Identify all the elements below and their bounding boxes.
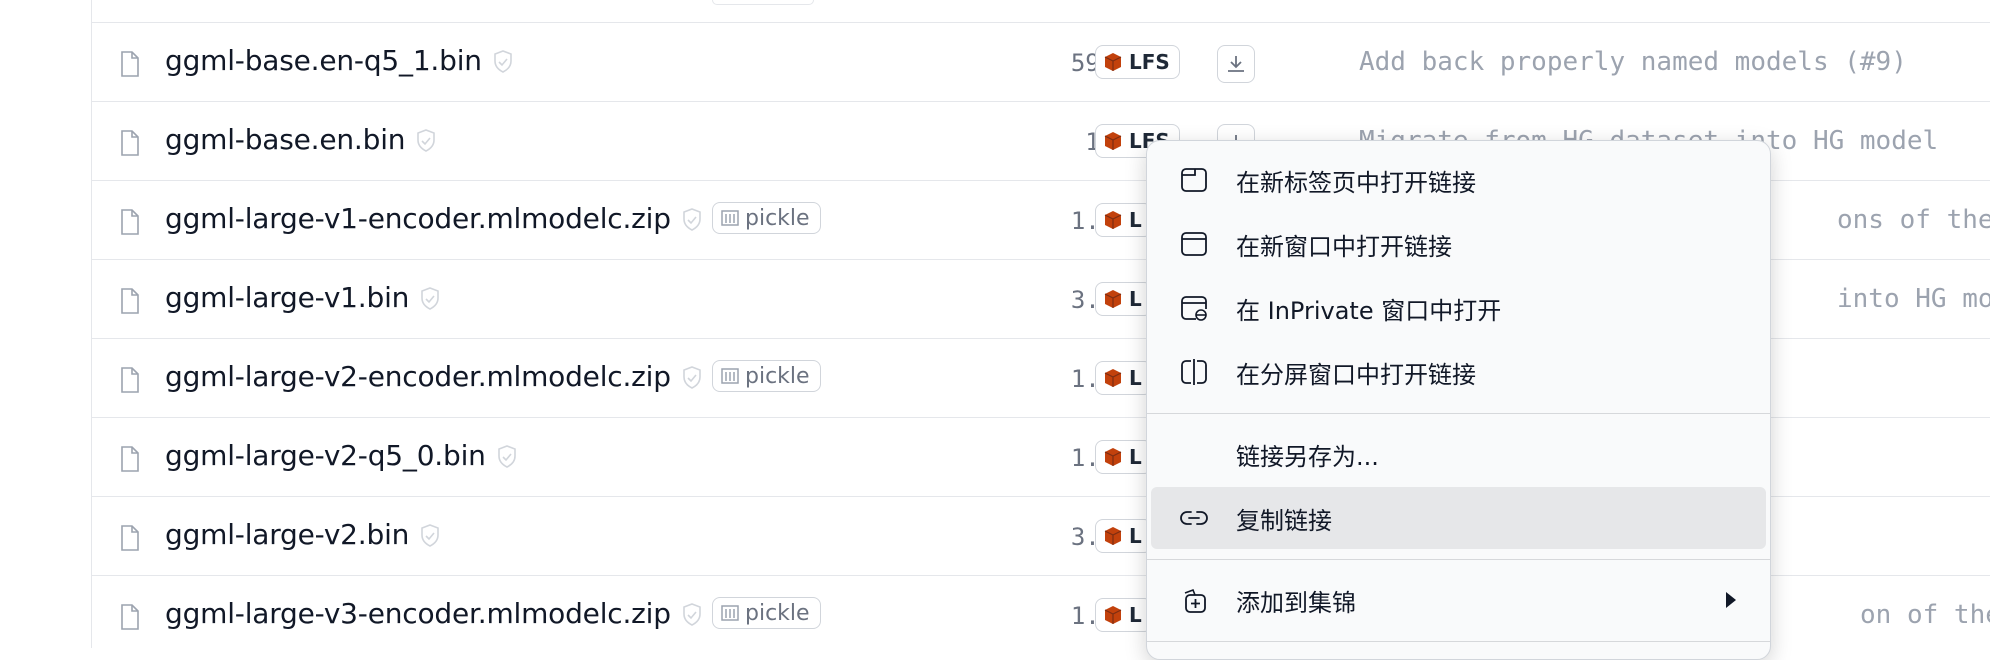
lfs-badge[interactable]: L (1095, 203, 1152, 237)
lfs-label: LFS (1129, 50, 1170, 74)
menu-item-copy-link[interactable]: 复制链接 (1151, 487, 1766, 549)
pickle-label: pickle (745, 363, 810, 389)
shield-icon (421, 524, 440, 547)
file-icon (121, 51, 139, 77)
lfs-label: L (1129, 287, 1142, 311)
lfs-label: L (1129, 603, 1142, 627)
context-menu: 在新标签页中打开链接 在新窗口中打开链接 在 InPrivate 窗口中打开 在… (1146, 140, 1771, 660)
collections-add-icon (1184, 588, 1206, 613)
lfs-badge[interactable]: LFS (1095, 45, 1180, 79)
lfs-label: L (1129, 445, 1142, 469)
lfs-cube-icon (1104, 527, 1122, 545)
menu-item-open-split-screen[interactable]: 在分屏窗口中打开链接 (1151, 341, 1766, 403)
shield-icon (417, 129, 436, 152)
commit-message-link[interactable]: into HG model (1837, 284, 1990, 314)
pickle-label: pickle (745, 600, 810, 626)
file-icon (121, 367, 139, 393)
lfs-cube-icon (1104, 132, 1122, 150)
file-icon (121, 525, 139, 551)
menu-separator (1147, 413, 1770, 414)
menu-item-open-inprivate[interactable]: 在 InPrivate 窗口中打开 (1151, 277, 1766, 339)
pickle-badge[interactable]: pickle (712, 597, 821, 629)
file-name-link[interactable]: ggml-large-v3-encoder.mlmodelc.zip (165, 594, 703, 634)
file-icon (121, 446, 139, 472)
shield-icon (683, 208, 701, 231)
file-icon (121, 209, 139, 235)
shield-icon (421, 287, 440, 310)
pickle-icon (721, 368, 739, 384)
lfs-badge[interactable]: L (1095, 282, 1152, 316)
inprivate-icon (1181, 296, 1207, 321)
menu-separator (1147, 641, 1770, 642)
shield-icon (497, 445, 516, 468)
lfs-badge[interactable]: L (1095, 598, 1152, 632)
file-name-link[interactable]: ggml-large-v1-encoder.mlmodelc.zip (165, 199, 703, 239)
shield-icon (494, 50, 512, 73)
lfs-cube-icon (1104, 606, 1122, 624)
new-window-icon (1181, 232, 1207, 256)
lfs-cube-icon (1104, 448, 1122, 466)
lfs-badge[interactable]: L (1095, 440, 1152, 474)
shield-icon (683, 366, 701, 389)
previous-row-edge (92, 0, 1990, 23)
commit-message-link[interactable]: Add back properly named models (#9) (1359, 47, 1907, 77)
file-icon (121, 130, 139, 156)
file-name-link[interactable]: ggml-large-v2-encoder.mlmodelc.zip (165, 357, 703, 397)
lfs-cube-icon (1104, 290, 1122, 308)
file-name-link[interactable]: ggml-large-v2-q5_0.bin (165, 436, 518, 476)
pickle-icon (721, 210, 739, 226)
lfs-cube-icon (1104, 53, 1122, 71)
submenu-arrow-icon (1726, 592, 1736, 608)
pickle-icon (721, 605, 739, 621)
menu-item-open-new-tab[interactable]: 在新标签页中打开链接 (1151, 149, 1766, 211)
pickle-label: pickle (745, 205, 810, 231)
shield-icon (683, 603, 701, 626)
commit-message-link[interactable]: ons of the Cor (1837, 205, 1990, 235)
lfs-cube-icon (1104, 369, 1122, 387)
menu-item-add-to-collections[interactable]: 添加到集锦 (1151, 569, 1766, 631)
file-name-link[interactable]: ggml-base.en.bin (165, 120, 437, 160)
download-button[interactable] (1217, 45, 1255, 83)
commit-message-link[interactable]: on of the Core (1860, 600, 1990, 630)
file-icon (121, 604, 139, 630)
split-screen-icon (1181, 359, 1207, 385)
new-tab-icon (1181, 168, 1207, 192)
download-icon (1228, 56, 1244, 72)
lfs-label: L (1129, 366, 1142, 390)
file-name-link[interactable]: ggml-large-v1.bin (165, 278, 441, 318)
menu-item-open-new-window[interactable]: 在新窗口中打开链接 (1151, 213, 1766, 275)
table-row[interactable]: ggml-base.en-q5_1.bin 59.7 MB LFS Add ba… (92, 23, 1990, 102)
lfs-badge[interactable]: L (1095, 519, 1152, 553)
file-name-link[interactable]: ggml-base.en-q5_1.bin (165, 41, 514, 81)
file-name-link[interactable]: ggml-large-v2.bin (165, 515, 441, 555)
pickle-badge[interactable]: pickle (712, 360, 821, 392)
lfs-cube-icon (1104, 211, 1122, 229)
pickle-badge[interactable]: pickle (712, 202, 821, 234)
menu-separator (1147, 559, 1770, 560)
file-icon (121, 288, 139, 314)
lfs-label: L (1129, 524, 1142, 548)
menu-item-save-link-as[interactable]: 链接另存为... (1151, 423, 1766, 485)
lfs-badge[interactable]: L (1095, 361, 1152, 395)
lfs-label: L (1129, 208, 1142, 232)
link-icon (1180, 511, 1208, 525)
